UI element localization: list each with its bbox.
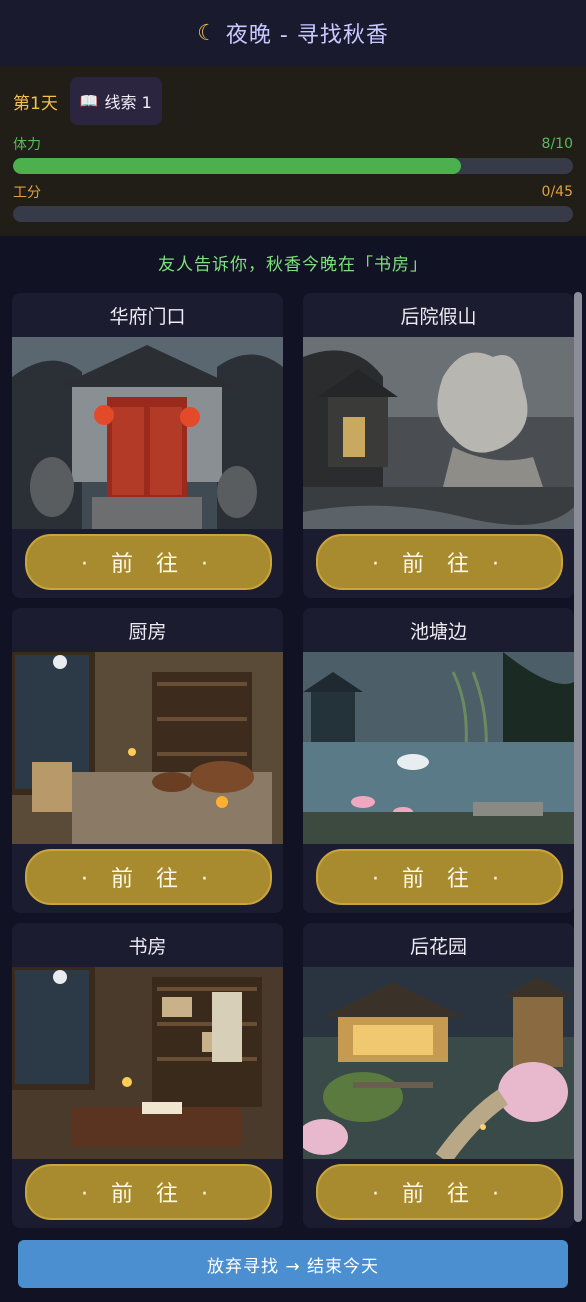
work-label: 工分 (13, 185, 41, 201)
location-title: 书房 (128, 935, 167, 958)
page-title: 夜晚 - 寻找秋香 (225, 23, 389, 48)
go-button[interactable]: · 前 往 · (25, 534, 272, 590)
rockery-image (303, 337, 574, 529)
garden-image (303, 967, 574, 1159)
location-title: 厨房 (128, 620, 167, 643)
work-bar (13, 206, 573, 222)
location-card-mansion-gate: 华府门口 · 前 往 · (12, 293, 283, 598)
study-image (12, 967, 283, 1159)
clue-badge[interactable]: 📖 线索 1 (69, 77, 162, 125)
status-panel: 第1天 📖 线索 1 体力 8/10 工分 0/45 (0, 66, 586, 236)
kitchen-image (12, 652, 283, 844)
stamina-label: 体力 (13, 137, 41, 153)
location-title: 后花园 (409, 935, 467, 958)
end-day-button[interactable]: 放弃寻找 → 结束今天 (18, 1240, 568, 1288)
stamina-bar-fill (13, 158, 461, 174)
day-label: 第1天 (13, 93, 58, 114)
work-block: 工分 0/45 (0, 182, 586, 222)
location-card-pond: 池塘边 · 前 往 · (303, 608, 574, 913)
location-title: 后院假山 (400, 305, 477, 328)
stamina-block: 体力 8/10 (0, 134, 586, 174)
location-title: 池塘边 (409, 620, 467, 643)
go-button[interactable]: · 前 往 · (316, 849, 563, 905)
top-bar: ☾ 夜晚 - 寻找秋香 (0, 0, 586, 66)
location-card-rockery: 后院假山 · 前 往 · (303, 293, 574, 598)
go-button[interactable]: · 前 往 · (25, 849, 272, 905)
location-title: 华府门口 (109, 305, 186, 328)
clue-label: 线索 1 (104, 93, 152, 112)
crescent-moon-icon: ☾ (197, 20, 218, 46)
stamina-header: 体力 8/10 (13, 134, 573, 154)
go-button[interactable]: · 前 往 · (25, 1164, 272, 1220)
hint-text: 友人告诉你，秋香今晚在「书房」 (158, 255, 428, 275)
location-card-kitchen: 厨房 · 前 往 · (12, 608, 283, 913)
location-card-study: 书房 · 前 往 · (12, 923, 283, 1228)
scrollbar-thumb[interactable] (574, 292, 582, 1222)
pond-image (303, 652, 574, 844)
go-button[interactable]: · 前 往 · (316, 534, 563, 590)
location-card-garden: 后花园 · 前 往 · (303, 923, 574, 1228)
work-value: 0/45 (541, 184, 573, 200)
work-header: 工分 0/45 (13, 182, 573, 202)
scrollbar[interactable] (574, 292, 582, 1222)
book-icon: 📖 (79, 92, 99, 110)
stamina-bar (13, 158, 573, 174)
stamina-value: 8/10 (541, 136, 573, 152)
go-button[interactable]: · 前 往 · (316, 1164, 563, 1220)
location-grid: 华府门口 · 前 往 · 后院假山 · 前 往 · 厨房 · 前 往 · 池塘边… (12, 293, 574, 1228)
day-row: 第1天 📖 线索 1 (0, 66, 586, 126)
mansion-gate-image (12, 337, 283, 529)
